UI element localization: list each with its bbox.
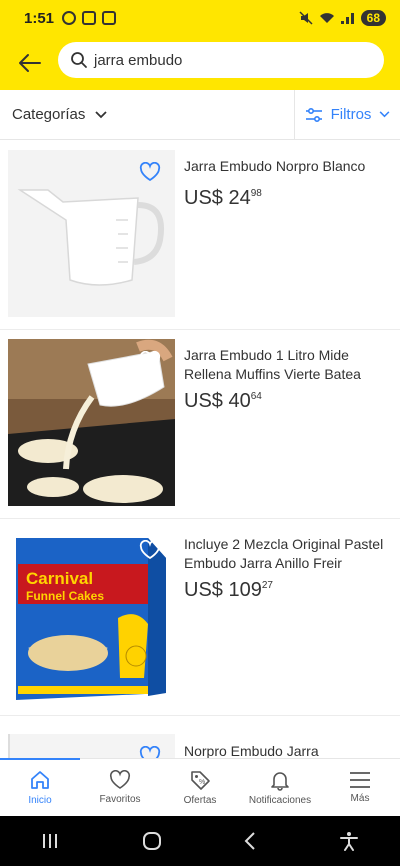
product-image[interactable]: [8, 734, 175, 758]
chevron-down-icon: [379, 111, 390, 118]
product-title[interactable]: Norpro Embudo Jarra: [184, 742, 392, 758]
nav-label: Más: [350, 793, 370, 804]
chevron-down-icon: [95, 110, 108, 118]
bell-icon: [271, 772, 289, 791]
scan-icon: [102, 11, 117, 25]
product-image[interactable]: [8, 339, 175, 506]
back-button[interactable]: [0, 36, 58, 90]
results-list: Jarra Embudo Norpro Blanco US$ 2498 Jarr…: [0, 141, 400, 716]
nav-favoritos[interactable]: Favoritos: [80, 759, 160, 816]
price-currency: US$: [184, 579, 223, 601]
nav-label: Inicio: [28, 795, 52, 806]
product-image[interactable]: [8, 150, 175, 317]
search-header: jarra embudo: [0, 36, 400, 90]
box-title-funnel: Funnel Cakes: [26, 589, 104, 603]
price-cents: 64: [250, 391, 262, 402]
categories-label: Categorías: [12, 106, 86, 123]
nav-label: Favoritos: [99, 794, 141, 805]
filters-label: Filtros: [330, 106, 372, 123]
status-time: 1:51: [24, 9, 55, 27]
home-icon: [31, 771, 49, 789]
signal-icon: [340, 13, 354, 24]
product-card[interactable]: Norpro Embudo Jarra: [0, 724, 400, 758]
product-card[interactable]: Jarra Embudo Norpro Blanco US$ 2498: [0, 141, 400, 330]
product-price: US$ 2498: [184, 187, 262, 210]
status-bar: 1:51 68: [0, 0, 400, 36]
nav-label: Ofertas: [183, 795, 217, 806]
mute-icon: [299, 11, 313, 25]
app-notification-icon: [82, 11, 97, 25]
battery-indicator: 68: [360, 10, 386, 26]
product-title[interactable]: Incluye 2 Mezcla Original Pastel Embudo …: [184, 535, 392, 573]
sliders-icon: [305, 107, 322, 122]
product-price: US$ 10927: [184, 579, 273, 602]
nav-inicio[interactable]: Inicio: [0, 758, 80, 816]
heart-icon[interactable]: [139, 162, 161, 182]
notification-icons: [62, 11, 117, 25]
product-title[interactable]: Jarra Embudo 1 Litro Mide Rellena Muffin…: [184, 346, 392, 384]
price-currency: US$: [184, 187, 223, 209]
price-currency: US$: [184, 390, 223, 412]
search-icon: [71, 52, 87, 68]
accessibility-icon[interactable]: [338, 830, 360, 852]
product-image[interactable]: Carnival Funnel Cakes: [8, 528, 175, 708]
price-integer: 24: [228, 187, 251, 209]
price-integer: 109: [228, 579, 262, 601]
nav-label: Notificaciones: [248, 795, 312, 806]
search-query: jarra embudo: [94, 51, 183, 69]
nav-ofertas[interactable]: % Ofertas: [160, 759, 240, 816]
product-card[interactable]: Jarra Embudo 1 Litro Mide Rellena Muffin…: [0, 330, 400, 519]
product-card[interactable]: Carnival Funnel Cakes Incluye 2 Mezcla O…: [0, 519, 400, 716]
svg-text:%: %: [199, 779, 205, 786]
price-integer: 40: [228, 390, 251, 412]
heart-icon[interactable]: [139, 351, 161, 371]
recent-apps-icon[interactable]: [40, 832, 60, 850]
filter-bar: Categorías Filtros: [0, 89, 400, 140]
home-button-icon[interactable]: [141, 830, 163, 852]
back-nav-icon[interactable]: [243, 831, 257, 851]
heart-icon: [109, 770, 131, 789]
filters-button[interactable]: Filtros: [294, 89, 400, 140]
box-title-carnival: Carnival: [26, 569, 93, 588]
menu-icon: [350, 772, 370, 788]
heart-icon[interactable]: [139, 746, 161, 758]
categories-dropdown[interactable]: Categorías: [0, 90, 294, 140]
nav-notificaciones[interactable]: Notificaciones: [240, 759, 320, 816]
heart-icon[interactable]: [139, 540, 161, 560]
price-cents: 98: [250, 188, 262, 199]
arrow-left-icon: [19, 54, 41, 72]
status-right: 68: [299, 10, 386, 26]
price-cents: 27: [261, 580, 273, 591]
product-price: US$ 4064: [184, 390, 262, 413]
tag-icon: %: [191, 771, 210, 790]
product-title[interactable]: Jarra Embudo Norpro Blanco: [184, 157, 392, 176]
whatsapp-icon: [62, 11, 77, 25]
search-input[interactable]: jarra embudo: [58, 42, 384, 78]
bottom-navigation: Inicio Favoritos % Ofertas Notificacione…: [0, 758, 400, 816]
system-navigation-bar: [0, 816, 400, 866]
nav-mas[interactable]: Más: [320, 759, 400, 816]
wifi-icon: [319, 13, 334, 23]
